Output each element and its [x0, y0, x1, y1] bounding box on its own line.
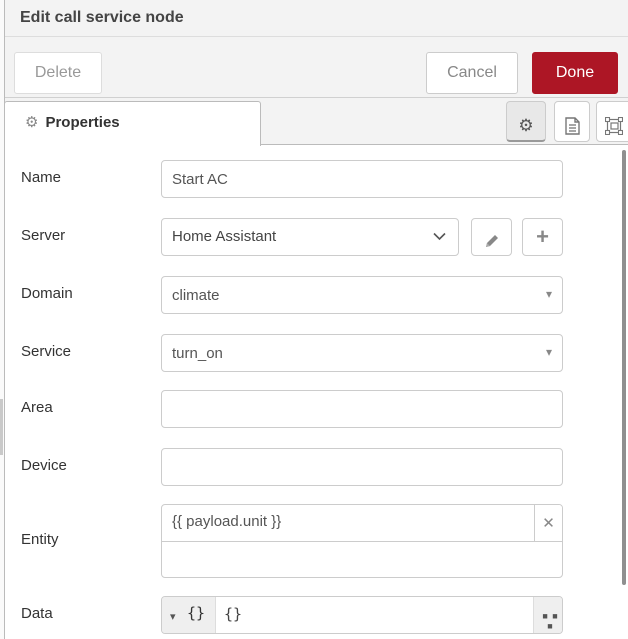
document-icon [565, 117, 580, 135]
appearance-view-button[interactable] [596, 101, 628, 142]
device-label: Device [21, 457, 67, 474]
entity-list-item[interactable]: {{ payload.unit }} ✕ [162, 505, 562, 542]
caret-down-icon: ▾ [170, 610, 176, 623]
service-label: Service [21, 343, 71, 360]
dialog-toolbar: Delete Cancel Done [5, 37, 628, 98]
chevron-down-icon [433, 232, 446, 241]
form-scrollbar-thumb[interactable] [622, 150, 626, 585]
properties-gear-icon: ⚙ [25, 113, 38, 131]
data-label: Data [21, 605, 53, 622]
expand-editor-button[interactable]: ■ ■ ■ [533, 597, 562, 633]
dialog-header: Edit call service node [5, 0, 628, 37]
json-type-icon: {} [187, 604, 205, 622]
data-type-select[interactable]: ▾ {} [162, 597, 216, 633]
done-button[interactable]: Done [532, 52, 618, 94]
pencil-icon [484, 233, 500, 249]
plus-icon: + [536, 224, 549, 249]
remove-entity-button[interactable]: ✕ [534, 505, 562, 541]
edit-node-tray: Edit call service node Delete Cancel Don… [4, 0, 628, 639]
delete-button[interactable]: Delete [14, 52, 102, 94]
background-scrollbar-thumb[interactable] [0, 399, 3, 455]
gear-icon: ⚙ [518, 118, 533, 135]
edit-call-service-dialog: { "dialog": { "title": "Edit call servic… [0, 0, 628, 639]
server-select[interactable]: Home Assistant [161, 218, 459, 256]
server-label: Server [21, 227, 65, 244]
tab-properties[interactable]: ⚙ Properties [4, 101, 261, 146]
entity-value: {{ payload.unit }} [172, 513, 281, 530]
cancel-button[interactable]: Cancel [426, 52, 518, 94]
edit-server-button[interactable] [471, 218, 512, 256]
tab-properties-label: Properties [45, 114, 119, 131]
service-input[interactable] [161, 334, 563, 372]
dialog-title: Edit call service node [20, 9, 184, 27]
domain-input[interactable] [161, 276, 563, 314]
server-select-value: Home Assistant [172, 228, 276, 245]
entity-label: Entity [21, 531, 59, 548]
properties-form: Name Server Home Assistant + Domain ▾ Se… [5, 145, 628, 639]
device-input[interactable] [161, 448, 563, 486]
add-server-button[interactable]: + [522, 218, 563, 256]
area-label: Area [21, 399, 53, 416]
area-input[interactable] [161, 390, 563, 428]
entity-list: {{ payload.unit }} ✕ [161, 504, 563, 578]
close-icon: ✕ [542, 514, 555, 532]
tab-bar: ⚙ Properties ⚙ [5, 98, 628, 145]
domain-label: Domain [21, 285, 73, 302]
name-input[interactable] [161, 160, 563, 198]
data-value[interactable]: {} [224, 605, 242, 623]
data-typed-input: ▾ {} {} ■ ■ ■ [161, 596, 563, 634]
selection-icon [605, 117, 623, 135]
properties-view-button[interactable]: ⚙ [506, 101, 546, 142]
name-label: Name [21, 169, 61, 186]
description-view-button[interactable] [554, 101, 590, 142]
ellipsis-icon: ■ ■ ■ [539, 611, 562, 631]
